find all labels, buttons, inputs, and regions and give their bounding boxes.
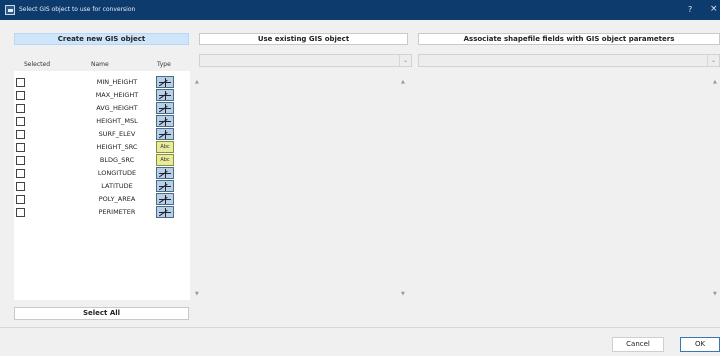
tab-associate-shapefile-fields[interactable]: Associate shapefile fields with GIS obje… — [418, 33, 720, 45]
field-list: MIN_HEIGHT MAX_HEIGHT AVG_HEIGHT HEIGHT_… — [14, 71, 190, 300]
ok-button[interactable]: OK — [680, 337, 720, 352]
list-item[interactable]: PERIMETER — [14, 206, 190, 222]
field-name: MIN_HEIGHT — [96, 78, 138, 86]
list-item[interactable]: MIN_HEIGHT — [14, 76, 190, 92]
list-item[interactable]: LATITUDE — [14, 180, 190, 196]
scroll-up-arrow-icon[interactable]: ▲ — [713, 79, 717, 85]
list-item[interactable]: HEIGHT_SRC Abc — [14, 141, 190, 153]
cancel-button[interactable]: Cancel — [612, 337, 664, 352]
numeric-field-icon — [156, 102, 174, 118]
app-icon — [5, 5, 15, 15]
title-bar: Select GIS object to use for conversion … — [0, 0, 720, 20]
selected-checkbox[interactable] — [16, 117, 25, 126]
field-name: SURF_ELEV — [98, 130, 136, 138]
selected-checkbox[interactable] — [16, 78, 25, 87]
list-item[interactable]: MAX_HEIGHT — [14, 89, 190, 105]
column-header-name: Name — [91, 61, 109, 68]
selected-checkbox[interactable] — [16, 130, 25, 139]
field-name: LATITUDE — [101, 182, 133, 190]
text-field-icon: Abc — [156, 141, 174, 153]
list-item[interactable]: SURF_ELEV — [14, 128, 190, 144]
field-name: AVG_HEIGHT — [96, 104, 138, 112]
list-item[interactable]: POLY_AREA — [14, 193, 190, 209]
scroll-down-arrow-icon[interactable]: ▼ — [401, 291, 405, 297]
scroll-down-arrow-icon[interactable]: ▼ — [713, 291, 717, 297]
numeric-field-icon — [156, 128, 174, 144]
field-name: MAX_HEIGHT — [95, 91, 139, 99]
selected-checkbox[interactable] — [16, 104, 25, 113]
selected-checkbox[interactable] — [16, 156, 25, 165]
column-header-type: Type — [157, 61, 171, 68]
list-item[interactable]: HEIGHT_MSL — [14, 115, 190, 131]
numeric-field-icon — [156, 89, 174, 105]
selected-checkbox[interactable] — [16, 208, 25, 217]
scroll-up-arrow-icon[interactable]: ▲ — [401, 79, 405, 85]
selected-checkbox[interactable] — [16, 195, 25, 204]
list-item[interactable]: LONGITUDE — [14, 167, 190, 183]
field-name: POLY_AREA — [98, 195, 136, 203]
association-panel — [418, 71, 720, 300]
field-name: LONGITUDE — [97, 169, 137, 177]
selected-checkbox[interactable] — [16, 91, 25, 100]
selected-checkbox[interactable] — [16, 169, 25, 178]
numeric-field-icon — [156, 193, 174, 209]
tab-create-new-gis-object[interactable]: Create new GIS object — [14, 33, 189, 45]
help-button[interactable]: ? — [688, 5, 692, 14]
chevron-down-icon: ⌄ — [399, 55, 411, 66]
footer-divider — [0, 327, 720, 328]
field-name: HEIGHT_MSL — [96, 117, 138, 125]
numeric-field-icon — [156, 167, 174, 183]
selected-checkbox[interactable] — [16, 182, 25, 191]
numeric-field-icon — [156, 206, 174, 222]
field-name: BLDG_SRC — [99, 156, 135, 164]
list-item[interactable]: BLDG_SRC Abc — [14, 154, 190, 166]
column-header-selected: Selected — [24, 61, 51, 68]
field-name: HEIGHT_SRC — [96, 143, 138, 151]
list-item[interactable]: AVG_HEIGHT — [14, 102, 190, 118]
chevron-down-icon: ⌄ — [707, 55, 719, 66]
numeric-field-icon — [156, 76, 174, 92]
existing-gis-object-dropdown[interactable]: ⌄ — [199, 54, 412, 67]
text-field-icon: Abc — [156, 154, 174, 166]
numeric-field-icon — [156, 115, 174, 131]
select-all-button[interactable]: Select All — [14, 307, 189, 320]
association-dropdown[interactable]: ⌄ — [418, 54, 720, 67]
selected-checkbox[interactable] — [16, 143, 25, 152]
existing-gis-object-panel — [199, 71, 408, 300]
tab-use-existing-gis-object[interactable]: Use existing GIS object — [199, 33, 408, 45]
numeric-field-icon — [156, 180, 174, 196]
field-name: PERIMETER — [98, 208, 136, 216]
window-title: Select GIS object to use for conversion — [19, 6, 136, 13]
close-button[interactable]: × — [710, 4, 718, 14]
